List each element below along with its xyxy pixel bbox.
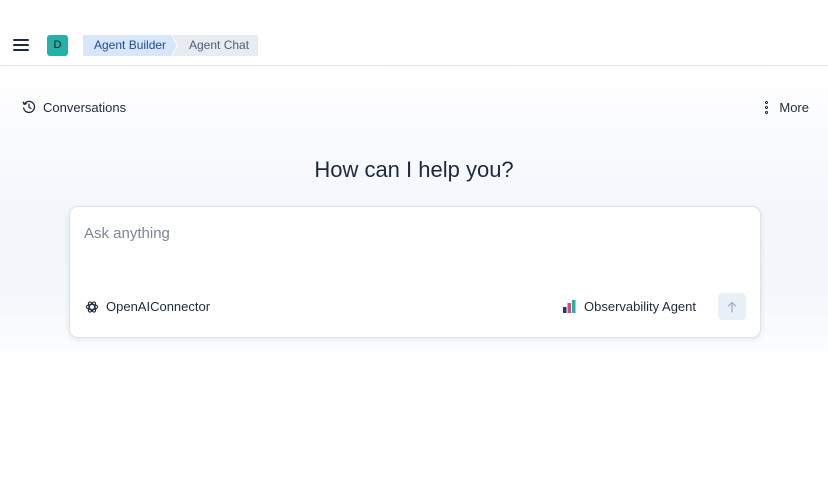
space-avatar[interactable]: D xyxy=(47,35,68,56)
top-header: D Agent Builder Agent Chat xyxy=(0,0,828,66)
more-button[interactable]: More xyxy=(764,98,809,116)
agent-selector[interactable]: Observability Agent xyxy=(562,298,696,315)
conversations-label: Conversations xyxy=(43,99,127,115)
conversations-button[interactable]: Conversations xyxy=(22,98,126,116)
send-button[interactable] xyxy=(718,293,746,320)
vertical-dots-icon xyxy=(764,100,768,114)
breadcrumb-agent-builder[interactable]: Agent Builder xyxy=(83,35,177,56)
chat-input[interactable] xyxy=(84,221,744,245)
hamburger-menu-icon[interactable] xyxy=(13,39,29,51)
connector-selector[interactable]: OpenAIConnector xyxy=(85,298,210,315)
arrow-up-icon xyxy=(727,301,737,313)
agent-label: Observability Agent xyxy=(584,299,697,314)
page-headline: How can I help you? xyxy=(314,157,514,182)
bar-chart-icon xyxy=(563,300,576,313)
breadcrumb-agent-chat: Agent Chat xyxy=(172,35,258,56)
history-clock-icon xyxy=(22,100,36,114)
chat-input-box: OpenAIConnector Observability Agent xyxy=(69,206,761,338)
more-label: More xyxy=(779,99,809,115)
openai-logo-icon xyxy=(85,300,99,313)
connector-label: OpenAIConnector xyxy=(106,299,211,314)
